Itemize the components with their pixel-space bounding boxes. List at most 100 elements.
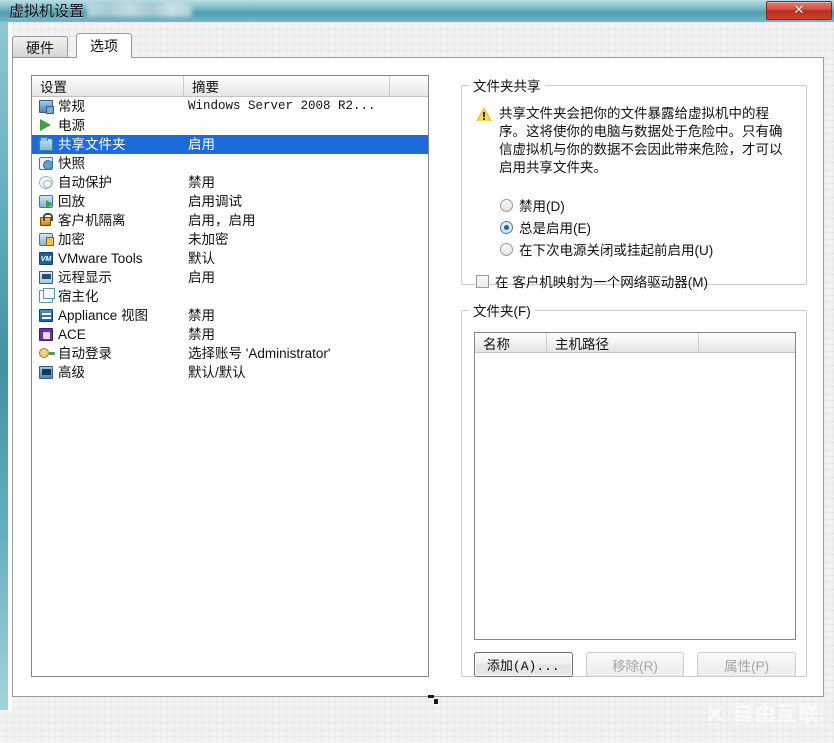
folder-sharing-group-legend: 文件夹共享 xyxy=(469,75,545,95)
list-item[interactable]: Appliance 视图 禁用 xyxy=(32,306,428,325)
folders-table[interactable]: 名称 主机路径 xyxy=(474,332,796,640)
window-left-edge-accent xyxy=(0,22,8,710)
remove-folder-button-label: 移除(R) xyxy=(612,655,658,675)
list-item-label: 客户机隔离 xyxy=(58,211,188,230)
list-item-label: 自动保护 xyxy=(58,173,188,192)
title-bar[interactable]: 虚拟机设置 ✕ xyxy=(0,0,834,22)
list-item[interactable]: 常规 Windows Server 2008 R2... xyxy=(32,97,428,116)
warning-block: 共享文件夹会把你的文件暴露给虚拟机中的程序。这将使你的电脑与数据处于危险中。只有… xyxy=(476,105,794,177)
list-item-label: 电源 xyxy=(58,116,188,135)
replay-icon xyxy=(38,194,54,210)
tab-strip: 硬件 选项 xyxy=(12,33,824,58)
list-item[interactable]: 快照 xyxy=(32,154,428,173)
vmtools-icon: VM xyxy=(38,251,54,267)
folders-group: 文件夹(F) 名称 主机路径 添加(A)... 移除(R) xyxy=(461,300,807,677)
tab-options[interactable]: 选项 xyxy=(76,33,132,58)
list-item-label: 回放 xyxy=(58,192,188,211)
radio-always-enabled[interactable]: 总是启用(E) xyxy=(500,217,591,237)
folders-table-header: 名称 主机路径 xyxy=(475,333,795,353)
warning-triangle-icon xyxy=(476,107,492,122)
close-button[interactable]: ✕ xyxy=(766,1,832,20)
folders-column-header-spare[interactable] xyxy=(699,333,795,352)
list-item[interactable]: 高级 默认/默认 xyxy=(32,363,428,382)
checkbox-indicator-icon xyxy=(476,275,489,288)
list-item-summary: 启用调试 xyxy=(188,192,242,211)
radio-enable-until-power-off-label: 在下次电源关闭或挂起前启用(U) xyxy=(519,239,713,259)
list-item-summary: 默认 xyxy=(188,249,215,268)
radio-indicator-icon xyxy=(500,199,513,212)
radio-always-enabled-label: 总是启用(E) xyxy=(519,217,591,237)
list-item[interactable]: 自动登录 选择账号 'Administrator' xyxy=(32,344,428,363)
folder-properties-button[interactable]: 属性(P) xyxy=(697,652,796,677)
title-redacted-region xyxy=(87,2,192,17)
appliance-icon xyxy=(38,308,54,324)
list-item-summary: 启用，启用 xyxy=(188,211,256,230)
warning-text: 共享文件夹会把你的文件暴露给虚拟机中的程序。这将使你的电脑与数据处于危险中。只有… xyxy=(499,105,794,177)
encrypt-icon xyxy=(38,232,54,248)
folders-column-header-host-path[interactable]: 主机路径 xyxy=(547,333,699,352)
checkbox-map-network-drive[interactable]: 在 客户机映射为一个网络驱动器(M) xyxy=(476,271,708,291)
remove-folder-button[interactable]: 移除(R) xyxy=(586,652,685,677)
settings-list-body: 常规 Windows Server 2008 R2... 电源 共享文件夹 启用… xyxy=(32,97,428,676)
list-item-summary: 选择账号 'Administrator' xyxy=(188,344,330,363)
list-item[interactable]: 加密 未加密 xyxy=(32,230,428,249)
list-item-summary: 启用 xyxy=(188,268,215,287)
remote-display-icon xyxy=(38,270,54,286)
list-item[interactable]: 远程显示 启用 xyxy=(32,268,428,287)
play-icon xyxy=(38,118,54,134)
list-item-label: VMware Tools xyxy=(58,249,188,268)
folders-button-row: 添加(A)... 移除(R) 属性(P) xyxy=(474,652,796,677)
list-item-summary: 禁用 xyxy=(188,173,215,192)
checkbox-map-network-drive-label: 在 客户机映射为一个网络驱动器(M) xyxy=(495,271,708,291)
list-item[interactable]: 回放 启用调试 xyxy=(32,192,428,211)
host-icon xyxy=(38,289,54,305)
tab-hardware[interactable]: 硬件 xyxy=(12,36,68,58)
add-folder-button-label: 添加(A)... xyxy=(487,655,560,674)
virtual-machine-settings-dialog: 虚拟机设置 ✕ 硬件 选项 设置 摘要 常规 xyxy=(0,0,834,710)
list-item-label: 自动登录 xyxy=(58,344,188,363)
list-item-label: Appliance 视图 xyxy=(58,306,188,325)
list-item-summary: 未加密 xyxy=(188,230,229,249)
autologin-icon xyxy=(38,346,54,362)
list-item[interactable]: ACE 禁用 xyxy=(32,325,428,344)
list-item-label: 加密 xyxy=(58,230,188,249)
folders-column-header-name[interactable]: 名称 xyxy=(475,333,547,352)
lock-icon xyxy=(38,213,54,229)
radio-disable-sharing[interactable]: 禁用(D) xyxy=(500,195,565,215)
list-item-label: 快照 xyxy=(58,154,188,173)
list-item-summary: 禁用 xyxy=(188,325,215,344)
add-folder-button[interactable]: 添加(A)... xyxy=(474,652,573,677)
settings-list-header: 设置 摘要 xyxy=(32,76,428,97)
folder-icon xyxy=(38,137,54,153)
list-item-label: 宿主化 xyxy=(58,287,188,306)
ace-icon xyxy=(38,327,54,343)
radio-enable-until-power-off[interactable]: 在下次电源关闭或挂起前启用(U) xyxy=(500,239,713,259)
column-header-spare[interactable] xyxy=(390,76,428,96)
list-item-label: 共享文件夹 xyxy=(58,135,188,154)
list-item[interactable]: 宿主化 xyxy=(32,287,428,306)
list-item[interactable]: VM VMware Tools 默认 xyxy=(32,249,428,268)
camera-icon xyxy=(38,156,54,172)
radio-disable-label: 禁用(D) xyxy=(519,195,565,215)
shared-folders-options-panel: 文件夹共享 共享文件夹会把你的文件暴露给虚拟机中的程序。这将使你的电脑与数据处于… xyxy=(461,75,807,677)
list-item[interactable]: 电源 xyxy=(32,116,428,135)
column-header-setting[interactable]: 设置 xyxy=(32,76,184,96)
monitor-icon xyxy=(38,99,54,115)
list-item-summary: 默认/默认 xyxy=(188,363,246,382)
autoprotect-icon xyxy=(38,175,54,191)
folder-sharing-group: 文件夹共享 共享文件夹会把你的文件暴露给虚拟机中的程序。这将使你的电脑与数据处于… xyxy=(461,75,807,285)
radio-indicator-icon xyxy=(500,243,513,256)
list-item-summary: Windows Server 2008 R2... xyxy=(188,97,376,116)
list-item-summary: 禁用 xyxy=(188,306,215,325)
close-icon: ✕ xyxy=(794,4,805,17)
folder-properties-button-label: 属性(P) xyxy=(724,655,769,675)
window-title: 虚拟机设置 xyxy=(9,2,84,21)
list-item-summary: 启用 xyxy=(188,135,215,154)
list-item[interactable]: 自动保护 禁用 xyxy=(32,173,428,192)
settings-list[interactable]: 设置 摘要 常规 Windows Server 2008 R2... 电源 xyxy=(31,75,429,677)
advanced-icon xyxy=(38,365,54,381)
list-item-shared-folders[interactable]: 共享文件夹 启用 xyxy=(32,135,428,154)
options-tab-panel: 设置 摘要 常规 Windows Server 2008 R2... 电源 xyxy=(12,57,824,697)
column-header-summary[interactable]: 摘要 xyxy=(184,76,390,96)
list-item[interactable]: 客户机隔离 启用，启用 xyxy=(32,211,428,230)
